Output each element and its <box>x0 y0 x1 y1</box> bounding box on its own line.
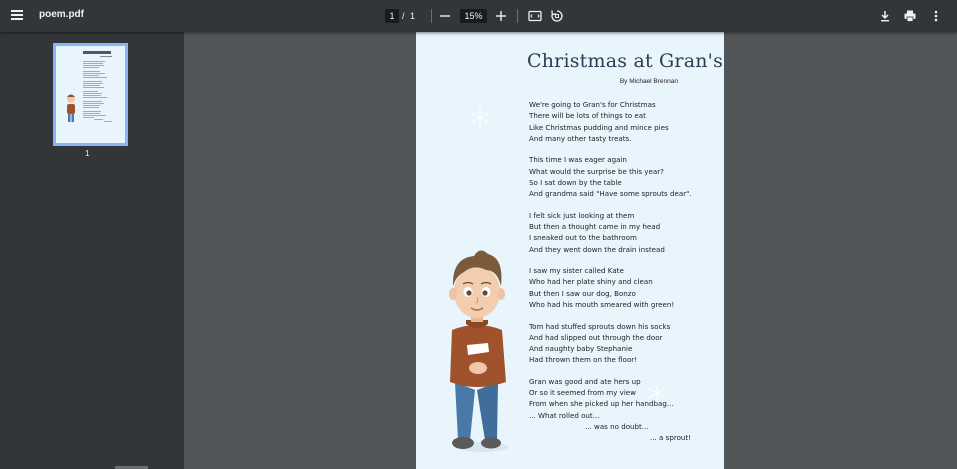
page-separator: / <box>402 11 405 21</box>
poem-line: But then I saw our dog, Bonzo <box>529 288 636 298</box>
poem-line: From when she picked up her handbag... <box>529 399 674 409</box>
poem-stanza: Tom had stuffed sprouts down his socks A… <box>529 321 719 366</box>
poem-line: So I sat down by the table <box>529 177 622 187</box>
file-name: poem.pdf <box>39 9 84 20</box>
poem-line: There will be lots of things to eat <box>529 111 646 121</box>
pdf-page: Christmas at Gran's. By Michael Brennan … <box>416 32 724 469</box>
download-icon[interactable] <box>877 8 893 24</box>
poem-line: This time I was eager again <box>529 155 627 165</box>
fit-to-page-icon[interactable] <box>527 8 543 24</box>
poem-line: And many other tasty treats. <box>529 133 632 143</box>
poem-line: And had slipped out through the door <box>529 332 663 342</box>
poem-line: I saw my sister called Kate <box>529 266 624 276</box>
hamburger-menu-icon[interactable] <box>9 8 25 24</box>
snowflake-icon <box>470 107 490 129</box>
poem-body: We're going to Gran's for Christmas Ther… <box>529 99 719 454</box>
poem-stanza: I saw my sister called Kate Who had her … <box>529 265 719 310</box>
toolbar-divider <box>431 9 432 23</box>
poem-line: Like Christmas pudding and mince pies <box>529 122 669 132</box>
minus-icon[interactable] <box>437 8 453 24</box>
poem-stanza: Gran was good and ate hers up Or so it s… <box>529 376 719 444</box>
zoom-level-input[interactable]: 15% <box>460 9 487 23</box>
poem-line: We're going to Gran's for Christmas <box>529 100 656 109</box>
plus-icon[interactable] <box>493 8 509 24</box>
poem-line: Gran was good and ate hers up <box>529 376 641 386</box>
poem-line: ... was no doubt... <box>585 421 649 431</box>
poem-line: Or so it seemed from my view <box>529 388 636 398</box>
poem-line: Tom had stuffed sprouts down his socks <box>529 321 671 331</box>
page-thumbnail[interactable] <box>53 43 128 146</box>
thumbnail-sidebar: 1 <box>0 32 184 469</box>
poem-author: By Michael Brennan <box>619 78 678 85</box>
more-vertical-icon[interactable] <box>928 8 944 24</box>
poem-stanza: We're going to Gran's for Christmas Ther… <box>529 99 719 144</box>
total-pages: 1 <box>410 11 416 21</box>
poem-line: Who had his mouth smeared with green! <box>529 299 675 309</box>
poem-line: And naughty baby Stephanie <box>529 344 633 354</box>
poem-line: I sneaked out to the bathroom <box>529 233 637 243</box>
poem-line: And they went down the drain instead <box>529 244 665 254</box>
poem-line: Who had her plate shiny and clean <box>529 277 653 287</box>
thumbnail-page-number: 1 <box>85 149 90 158</box>
poem-title: Christmas at Gran's. <box>527 50 724 72</box>
pdf-toolbar: poem.pdf 1 / 1 15% <box>0 0 957 32</box>
rotate-icon[interactable] <box>549 8 565 24</box>
poem-line: And grandma said "Have some sprouts dear… <box>529 189 692 199</box>
poem-line: ... What rolled out... <box>529 410 600 420</box>
poem-line: I felt sick just looking at them <box>529 210 635 220</box>
poem-line: Had thrown them on the floor! <box>529 355 638 365</box>
print-icon[interactable] <box>902 8 918 24</box>
poem-stanza: This time I was eager again What would t… <box>529 154 719 199</box>
poem-line: ... a sprout! <box>650 433 692 443</box>
poem-stanza: I felt sick just looking at them But the… <box>529 210 719 255</box>
current-page-input[interactable]: 1 <box>385 9 399 23</box>
poem-line: But then a thought came in my head <box>529 222 661 232</box>
snowflake-icon <box>648 383 666 403</box>
poem-line: What would the surprise be this year? <box>529 166 664 176</box>
toolbar-divider <box>517 9 518 23</box>
boy-illustration <box>449 250 508 452</box>
